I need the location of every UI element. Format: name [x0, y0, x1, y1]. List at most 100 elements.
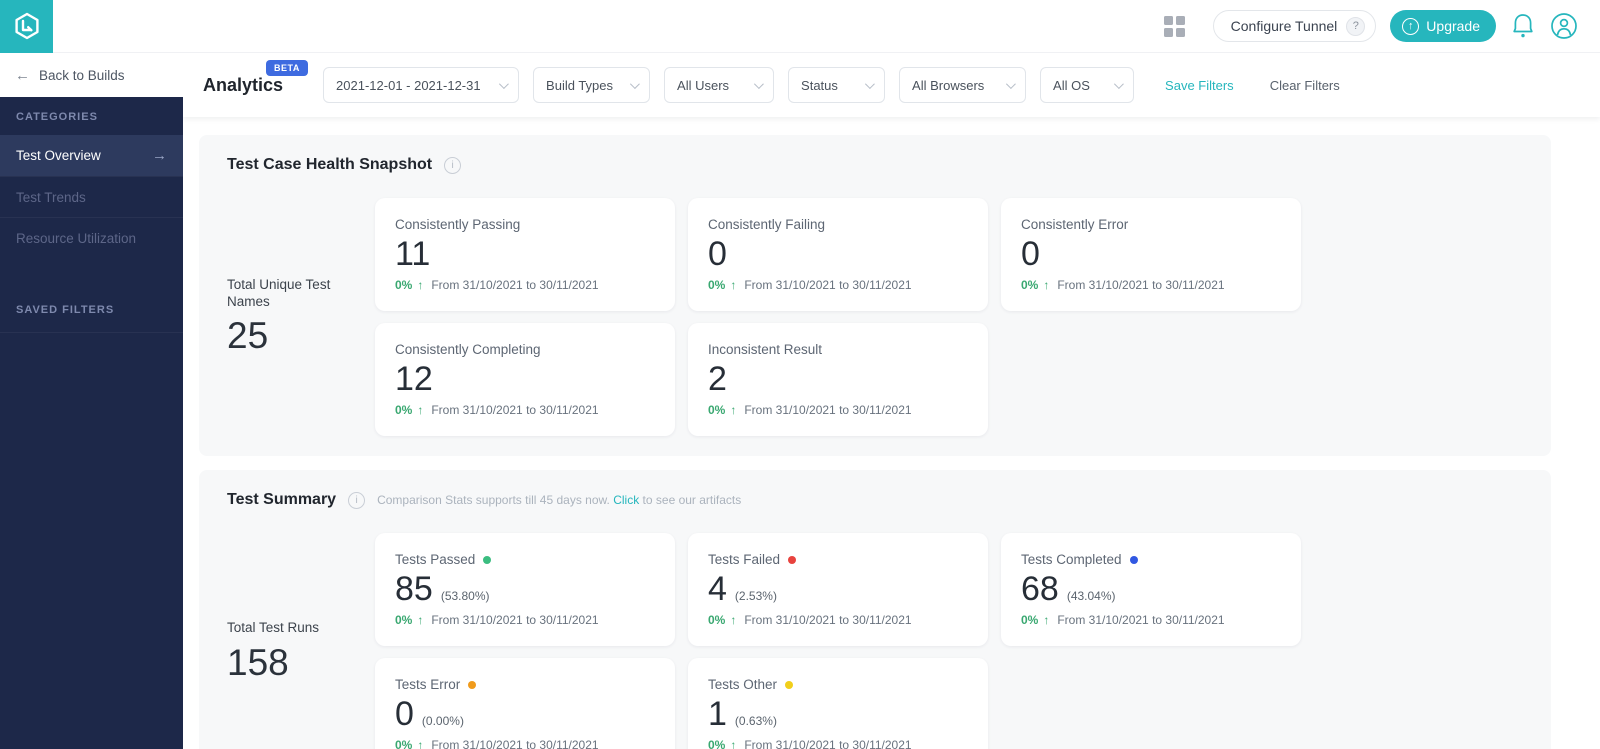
card-tests-passed[interactable]: Tests Passed 85 (53.80%) 0% ↑ From 31/10…: [375, 533, 675, 646]
filter-build-types-value: Build Types: [546, 78, 613, 93]
beta-badge: BETA: [266, 60, 308, 76]
change-percent: 0%: [395, 613, 412, 627]
back-to-builds-label: Back to Builds: [39, 68, 125, 83]
sidebar: ← Back to Builds CATEGORIES Test Overvie…: [0, 53, 183, 749]
card-tests-failed[interactable]: Tests Failed 4 (2.53%) 0% ↑ From 31/10/2…: [688, 533, 988, 646]
filter-date-range[interactable]: 2021-12-01 - 2021-12-31: [323, 67, 519, 103]
card-title: Tests Failed: [708, 552, 780, 567]
sidebar-item-resource-utilization[interactable]: Resource Utilization: [0, 217, 183, 258]
change-percent: 0%: [708, 278, 725, 292]
trend-up-icon: ↑: [730, 613, 736, 627]
stat-label: Total Unique Test Names: [227, 277, 375, 311]
filter-status[interactable]: Status: [788, 67, 885, 103]
configure-tunnel-button[interactable]: Configure Tunnel ?: [1213, 10, 1377, 42]
trend-up-icon: ↑: [1043, 613, 1049, 627]
apps-grid-icon[interactable]: [1164, 16, 1185, 37]
filter-users[interactable]: All Users: [664, 67, 774, 103]
sidebar-item-test-trends[interactable]: Test Trends: [0, 176, 183, 217]
card-value: 0: [395, 694, 414, 735]
user-avatar-icon[interactable]: [1550, 12, 1578, 40]
date-range-text: From 31/10/2021 to 30/11/2021: [1057, 613, 1224, 627]
saved-filters-header: SAVED FILTERS: [0, 290, 183, 333]
card-value: 68: [1021, 569, 1059, 610]
summary-cards: Tests Passed 85 (53.80%) 0% ↑ From 31/10…: [375, 533, 1523, 749]
card-title: Tests Other: [708, 677, 777, 692]
filter-browsers[interactable]: All Browsers: [899, 67, 1026, 103]
status-dot-passed: [483, 556, 491, 564]
trend-up-icon: ↑: [417, 613, 423, 627]
categories-header: CATEGORIES: [0, 97, 183, 135]
card-value: 2: [708, 359, 727, 400]
top-bar: Configure Tunnel ? ↑ Upgrade: [0, 0, 1600, 53]
test-case-health-snapshot-section: Test Case Health Snapshot i Total Unique…: [199, 135, 1551, 456]
change-percent: 0%: [1021, 613, 1038, 627]
info-icon[interactable]: i: [348, 492, 365, 509]
card-title: Consistently Error: [1021, 217, 1128, 232]
change-percent: 0%: [395, 738, 412, 749]
help-icon[interactable]: ?: [1346, 17, 1365, 36]
stat-label: Total Test Runs: [227, 620, 375, 637]
card-value: 11: [395, 234, 430, 275]
card-value: 4: [708, 569, 727, 610]
trend-up-icon: ↑: [417, 738, 423, 749]
forward-arrow-icon: →: [152, 147, 167, 164]
card-tests-other[interactable]: Tests Other 1 (0.63%) 0% ↑ From 31/10/20…: [688, 658, 988, 749]
note-click-link[interactable]: Click: [613, 493, 639, 507]
upgrade-button[interactable]: ↑ Upgrade: [1390, 10, 1496, 42]
chevron-down-icon: [499, 79, 509, 89]
trend-up-icon: ↑: [1043, 278, 1049, 292]
date-range-text: From 31/10/2021 to 30/11/2021: [744, 613, 911, 627]
info-icon[interactable]: i: [444, 157, 461, 174]
card-title: Consistently Completing: [395, 342, 541, 357]
filter-os-value: All OS: [1053, 78, 1090, 93]
chevron-down-icon: [754, 79, 764, 89]
app-logo[interactable]: [0, 0, 53, 53]
status-dot-other: [785, 681, 793, 689]
card-title: Consistently Passing: [395, 217, 520, 232]
card-consistently-failing[interactable]: Consistently Failing 0 0% ↑ From 31/10/2…: [688, 198, 988, 311]
card-consistently-error[interactable]: Consistently Error 0 0% ↑ From 31/10/202…: [1001, 198, 1301, 311]
back-to-builds-link[interactable]: ← Back to Builds: [0, 53, 183, 97]
notifications-bell-icon[interactable]: [1510, 12, 1536, 40]
date-range-text: From 31/10/2021 to 30/11/2021: [431, 738, 598, 749]
card-value: 0: [708, 234, 727, 275]
card-consistently-passing[interactable]: Consistently Passing 11 0% ↑ From 31/10/…: [375, 198, 675, 311]
sidebar-item-test-overview[interactable]: Test Overview →: [0, 135, 183, 176]
date-range-text: From 31/10/2021 to 30/11/2021: [431, 403, 598, 417]
card-consistently-completing[interactable]: Consistently Completing 12 0% ↑ From 31/…: [375, 323, 675, 436]
back-arrow-icon: ←: [15, 67, 30, 84]
section-title: Test Summary: [227, 491, 336, 509]
filter-date-range-value: 2021-12-01 - 2021-12-31: [336, 78, 481, 93]
card-inconsistent-result[interactable]: Inconsistent Result 2 0% ↑ From 31/10/20…: [688, 323, 988, 436]
chevron-down-icon: [865, 79, 875, 89]
card-tests-completed[interactable]: Tests Completed 68 (43.04%) 0% ↑ From 31…: [1001, 533, 1301, 646]
chevron-down-icon: [630, 79, 640, 89]
card-tests-error[interactable]: Tests Error 0 (0.00%) 0% ↑ From 31/10/20…: [375, 658, 675, 749]
lambdatest-logo-icon: [12, 11, 42, 41]
filter-os[interactable]: All OS: [1040, 67, 1134, 103]
date-range-text: From 31/10/2021 to 30/11/2021: [744, 738, 911, 749]
status-dot-failed: [788, 556, 796, 564]
trend-up-icon: ↑: [730, 278, 736, 292]
card-value: 12: [395, 359, 433, 400]
configure-tunnel-label: Configure Tunnel: [1231, 18, 1338, 34]
section-note: Comparison Stats supports till 45 days n…: [377, 493, 741, 507]
section-title: Test Case Health Snapshot: [227, 156, 432, 174]
date-range-text: From 31/10/2021 to 30/11/2021: [744, 278, 911, 292]
card-percentage: (43.04%): [1067, 589, 1116, 603]
card-title: Consistently Failing: [708, 217, 825, 232]
status-dot-error: [468, 681, 476, 689]
filter-build-types[interactable]: Build Types: [533, 67, 650, 103]
save-filters-link[interactable]: Save Filters: [1165, 78, 1234, 93]
card-title: Tests Error: [395, 677, 460, 692]
filter-bar: Analytics BETA 2021-12-01 - 2021-12-31 B…: [183, 53, 1600, 117]
change-percent: 0%: [395, 403, 412, 417]
trend-up-icon: ↑: [730, 738, 736, 749]
sidebar-item-label: Resource Utilization: [16, 231, 136, 246]
main-content: Analytics BETA 2021-12-01 - 2021-12-31 B…: [183, 53, 1600, 749]
card-percentage: (0.63%): [735, 714, 777, 728]
stat-value: 25: [227, 315, 375, 357]
date-range-text: From 31/10/2021 to 30/11/2021: [744, 403, 911, 417]
clear-filters-link[interactable]: Clear Filters: [1270, 78, 1340, 93]
change-percent: 0%: [395, 278, 412, 292]
